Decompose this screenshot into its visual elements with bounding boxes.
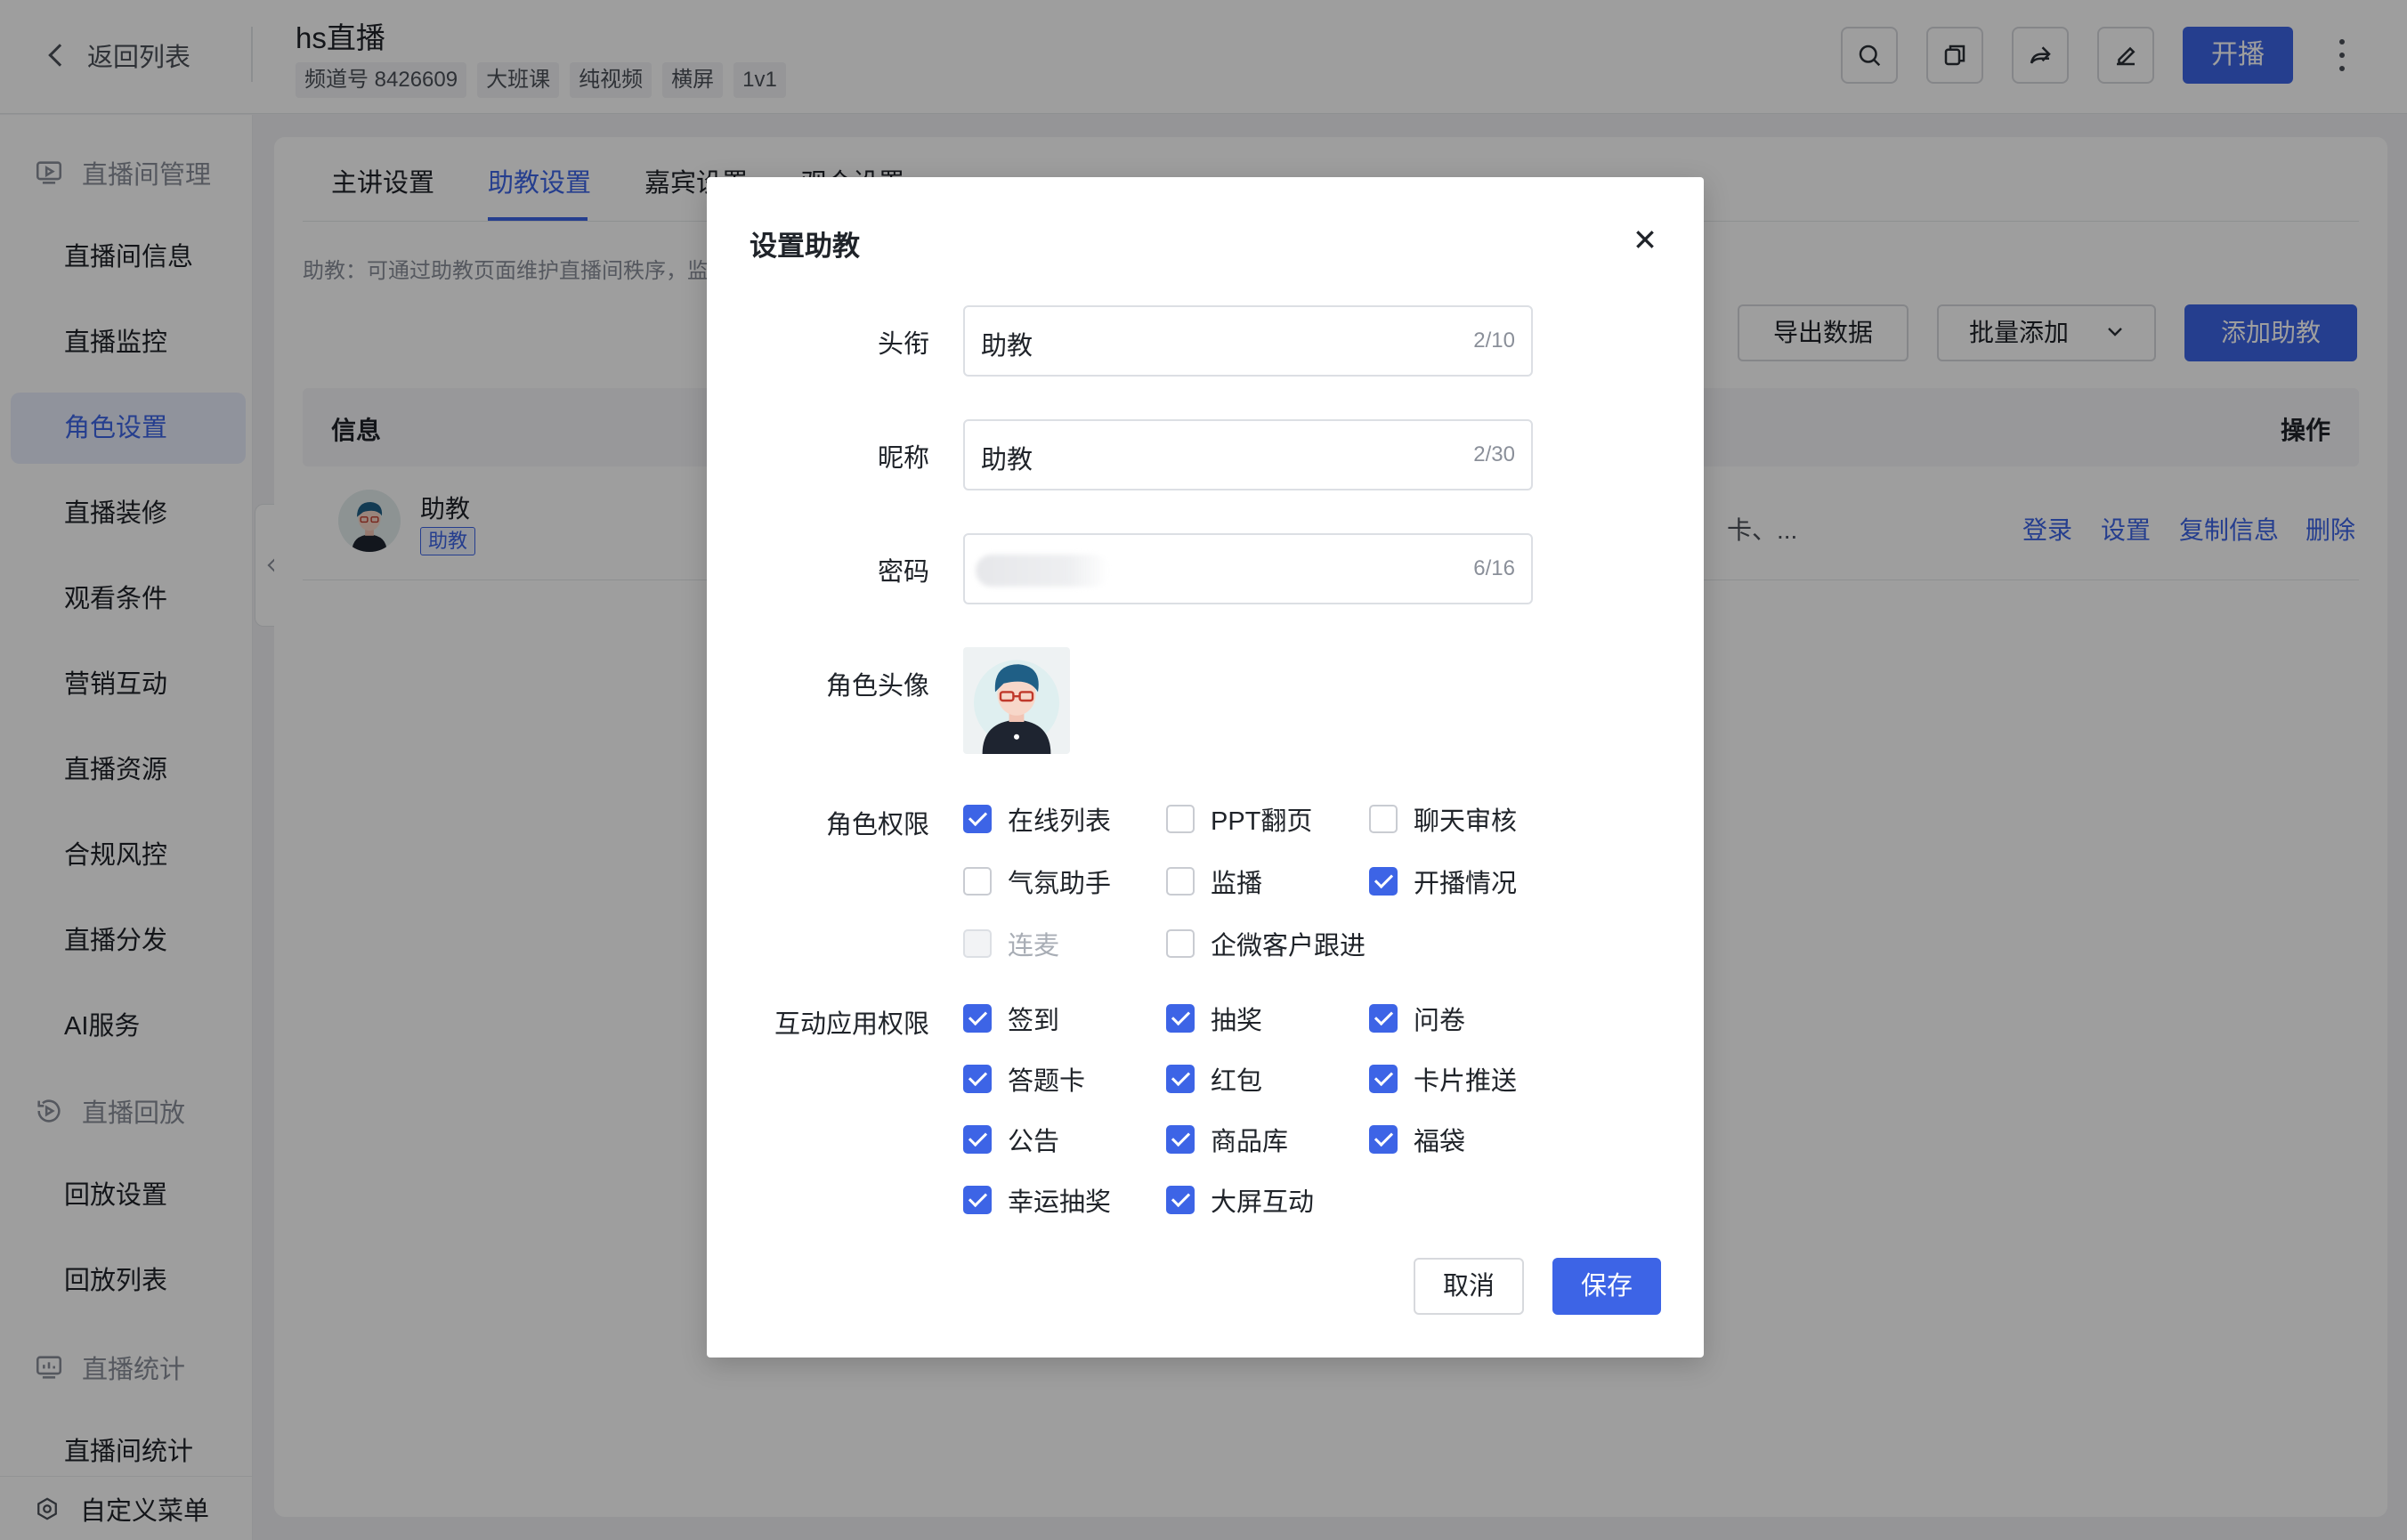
app-permission-checkbox[interactable]: 公告 [963,1121,1059,1158]
checkbox-label: 签到 [1008,1007,1060,1035]
checkbox-label: 抽奖 [1211,1007,1263,1035]
checkbox-checked-icon [963,1125,992,1154]
password-field-label: 密码 [877,558,929,587]
checkbox-label: 答题卡 [1008,1067,1086,1096]
checkbox-label: 商品库 [1211,1128,1289,1156]
assistant-settings-dialog: 设置助教 头衔 助教 2/10 昵称 助教 2/30 密码 6/16 角色头像 [707,177,1704,1358]
app-permission-checkbox[interactable]: 红包 [1166,1060,1262,1098]
checkbox-checked-icon [1166,1065,1195,1093]
role-permission-checkbox[interactable]: 开播情况 [1369,863,1517,900]
checkbox-label: 企微客户跟进 [1211,932,1366,960]
checkbox-label: 连麦 [1008,932,1060,960]
app-permission-checkbox[interactable]: 大屏互动 [1166,1181,1314,1219]
role-permission-checkbox[interactable]: PPT翻页 [1166,800,1312,838]
role-permission-checkbox[interactable]: 在线列表 [963,800,1111,838]
app-permission-checkbox[interactable]: 答题卡 [963,1060,1085,1098]
checkbox-label: 幸运抽奖 [1008,1188,1112,1217]
checkbox-label: 气氛助手 [1008,870,1112,898]
checkbox-checked-icon [1369,1125,1398,1154]
nickname-input-value: 助教 [981,446,1033,474]
checkbox-checked-icon [1166,1004,1195,1033]
checkbox-label: 问卷 [1414,1007,1466,1035]
role-permission-checkbox[interactable]: 气氛助手 [963,863,1111,900]
nickname-char-count: 2/30 [1473,442,1515,466]
checkbox-checked-icon [1166,1186,1195,1214]
checkbox-label: 监播 [1211,870,1263,898]
app-permission-checkbox[interactable]: 抽奖 [1166,1000,1262,1037]
dialog-title: 设置助教 [750,231,860,262]
checkbox-checked-icon [1369,867,1398,896]
checkbox-label: 在线列表 [1008,807,1112,836]
password-char-count: 6/16 [1473,556,1515,580]
checkbox-checked-icon [963,1065,992,1093]
app-permission-checkbox[interactable]: 幸运抽奖 [963,1181,1111,1219]
checkbox-unchecked-icon [963,929,992,958]
checkbox-unchecked-icon [1166,867,1195,896]
checkbox-label: 大屏互动 [1211,1188,1315,1217]
checkbox-label: 公告 [1008,1128,1060,1156]
nickname-input[interactable]: 助教 2/30 [963,419,1533,490]
role-permission-checkbox[interactable]: 聊天审核 [1369,800,1517,838]
avatar-field-label: 角色头像 [825,672,929,701]
role-permission-checkbox[interactable]: 监播 [1166,863,1262,900]
avatar-image [974,660,1059,754]
checkbox-unchecked-icon [1166,805,1195,833]
checkbox-checked-icon [1369,1004,1398,1033]
app-permissions-label: 互动应用权限 [774,1010,929,1039]
checkbox-unchecked-icon [1369,805,1398,833]
close-icon [1636,231,1654,248]
checkbox-label: 开播情况 [1414,870,1518,898]
password-masked-value [976,555,1109,587]
checkbox-checked-icon [963,805,992,833]
checkbox-unchecked-icon [1166,929,1195,958]
app-permission-checkbox[interactable]: 签到 [963,1000,1059,1037]
close-button[interactable] [1625,220,1665,259]
checkbox-checked-icon [963,1186,992,1214]
password-input[interactable]: 6/16 [963,533,1533,604]
role-permissions-label: 角色权限 [825,811,929,839]
save-button[interactable]: 保存 [1552,1258,1661,1315]
nickname-field-label: 昵称 [877,444,929,473]
role-avatar-picker[interactable] [963,647,1070,754]
title-field-label: 头衔 [877,330,929,359]
checkbox-label: 红包 [1211,1067,1263,1096]
app-permission-checkbox[interactable]: 问卷 [1369,1000,1465,1037]
role-permission-checkbox: 连麦 [963,925,1059,962]
checkbox-checked-icon [1369,1065,1398,1093]
checkbox-unchecked-icon [963,867,992,896]
title-input-value: 助教 [981,332,1033,361]
title-input[interactable]: 助教 2/10 [963,305,1533,377]
checkbox-label: 聊天审核 [1414,807,1518,836]
app-permission-checkbox[interactable]: 福袋 [1369,1121,1465,1158]
checkbox-label: PPT翻页 [1211,807,1313,836]
role-permission-checkbox[interactable]: 企微客户跟进 [1166,925,1366,962]
checkbox-label: 福袋 [1414,1128,1466,1156]
app-permission-checkbox[interactable]: 商品库 [1166,1121,1288,1158]
title-char-count: 2/10 [1473,328,1515,353]
checkbox-checked-icon [1166,1125,1195,1154]
app-permission-checkbox[interactable]: 卡片推送 [1369,1060,1517,1098]
checkbox-checked-icon [963,1004,992,1033]
checkbox-label: 卡片推送 [1414,1067,1518,1096]
cancel-button[interactable]: 取消 [1414,1258,1524,1315]
